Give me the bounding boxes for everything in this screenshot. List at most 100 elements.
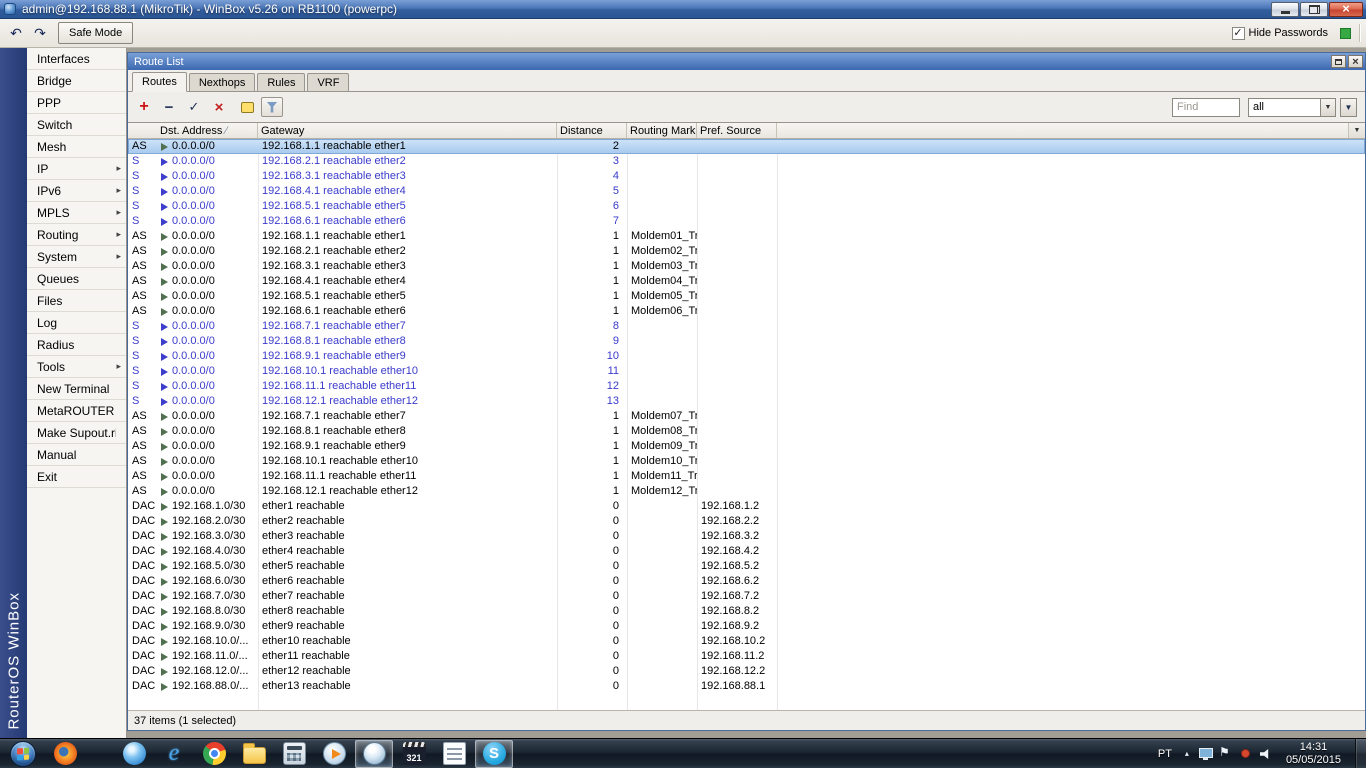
- table-row[interactable]: DAC 192.168.5.0/30 ether5 reachable 0 19…: [128, 559, 1365, 574]
- language-indicator[interactable]: PT: [1155, 746, 1175, 762]
- sidebar-item-files[interactable]: Files: [27, 290, 126, 312]
- taskbar-clock[interactable]: 14:31 05/05/2015: [1280, 741, 1347, 767]
- table-row[interactable]: S 0.0.0.0/0 192.168.4.1 reachable ether4…: [128, 184, 1365, 199]
- table-row[interactable]: AS 0.0.0.0/0 192.168.1.1 reachable ether…: [128, 229, 1365, 244]
- table-row[interactable]: AS 0.0.0.0/0 192.168.12.1 reachable ethe…: [128, 484, 1365, 499]
- filter-button[interactable]: [261, 97, 283, 117]
- taskbar-winbox[interactable]: [355, 739, 393, 768]
- undo-button[interactable]: [4, 22, 28, 44]
- table-row[interactable]: DAC 192.168.12.0/... ether12 reachable 0…: [128, 664, 1365, 679]
- tab-rules[interactable]: Rules: [257, 73, 306, 91]
- table-row[interactable]: DAC 192.168.4.0/30 ether4 reachable 0 19…: [128, 544, 1365, 559]
- table-row[interactable]: DAC 192.168.3.0/30 ether3 reachable 0 19…: [128, 529, 1365, 544]
- sidebar-item-metarouter[interactable]: MetaROUTER: [27, 400, 126, 422]
- column-header-distance[interactable]: Distance: [557, 123, 627, 138]
- sidebar-item-log[interactable]: Log: [27, 312, 126, 334]
- sidebar-item-manual[interactable]: Manual: [27, 444, 126, 466]
- chevron-down-icon[interactable]: [1320, 98, 1335, 116]
- sidebar-item-mesh[interactable]: Mesh: [27, 136, 126, 158]
- table-row[interactable]: AS 0.0.0.0/0 192.168.2.1 reachable ether…: [128, 244, 1365, 259]
- table-row[interactable]: DAC 192.168.8.0/30 ether8 reachable 0 19…: [128, 604, 1365, 619]
- column-header-routing-mark[interactable]: Routing Mark: [627, 123, 697, 138]
- taskbar-calculator[interactable]: [275, 740, 313, 768]
- taskbar-mpc[interactable]: 321: [395, 740, 433, 768]
- table-row[interactable]: AS 0.0.0.0/0 192.168.9.1 reachable ether…: [128, 439, 1365, 454]
- table-row[interactable]: S 0.0.0.0/0 192.168.7.1 reachable ether7…: [128, 319, 1365, 334]
- table-row[interactable]: AS 0.0.0.0/0 192.168.10.1 reachable ethe…: [128, 454, 1365, 469]
- display-icon[interactable]: [1198, 747, 1213, 760]
- route-list-titlebar[interactable]: Route List: [128, 53, 1365, 70]
- taskbar-internet-explorer[interactable]: [155, 740, 193, 768]
- notification-icon[interactable]: [1239, 747, 1252, 760]
- table-row[interactable]: AS 0.0.0.0/0 192.168.6.1 reachable ether…: [128, 304, 1365, 319]
- sidebar-item-mpls[interactable]: MPLS: [27, 202, 126, 224]
- table-row[interactable]: DAC 192.168.2.0/30 ether2 reachable 0 19…: [128, 514, 1365, 529]
- column-header-dst-address[interactable]: Dst. Address: [128, 123, 258, 138]
- table-row[interactable]: S 0.0.0.0/0 192.168.8.1 reachable ether8…: [128, 334, 1365, 349]
- table-row[interactable]: DAC 192.168.88.0/... ether13 reachable 0…: [128, 679, 1365, 694]
- hidden-icons-button[interactable]: [1183, 747, 1191, 760]
- tab-routes[interactable]: Routes: [132, 72, 187, 92]
- find-next-button[interactable]: [1340, 97, 1357, 117]
- table-row[interactable]: S 0.0.0.0/0 192.168.5.1 reachable ether5…: [128, 199, 1365, 214]
- minimize-button[interactable]: [1271, 1, 1299, 17]
- column-header-pref-source[interactable]: Pref. Source: [697, 123, 777, 138]
- table-row[interactable]: S 0.0.0.0/0 192.168.2.1 reachable ether2…: [128, 154, 1365, 169]
- sidebar-item-ip[interactable]: IP: [27, 158, 126, 180]
- find-input[interactable]: [1172, 97, 1240, 117]
- taskbar-skype[interactable]: [475, 739, 513, 768]
- table-row[interactable]: AS 0.0.0.0/0 192.168.7.1 reachable ether…: [128, 409, 1365, 424]
- flag-icon[interactable]: [1219, 745, 1232, 760]
- tab-vrf[interactable]: VRF: [307, 73, 350, 91]
- table-row[interactable]: AS 0.0.0.0/0 192.168.8.1 reachable ether…: [128, 424, 1365, 439]
- enable-button[interactable]: [183, 97, 205, 117]
- taskbar-blue-browser[interactable]: [115, 740, 153, 768]
- table-row[interactable]: DAC 192.168.7.0/30 ether7 reachable 0 19…: [128, 589, 1365, 604]
- sidebar-item-exit[interactable]: Exit: [27, 466, 126, 488]
- volume-icon[interactable]: [1259, 747, 1272, 760]
- sidebar-item-bridge[interactable]: Bridge: [27, 70, 126, 92]
- sidebar-item-ppp[interactable]: PPP: [27, 92, 126, 114]
- sidebar-item-ipv6[interactable]: IPv6: [27, 180, 126, 202]
- sidebar-item-routing[interactable]: Routing: [27, 224, 126, 246]
- sidebar-item-interfaces[interactable]: Interfaces: [27, 48, 126, 70]
- taskbar-chrome[interactable]: [195, 740, 233, 768]
- table-row[interactable]: S 0.0.0.0/0 192.168.3.1 reachable ether3…: [128, 169, 1365, 184]
- sidebar-item-tools[interactable]: Tools: [27, 356, 126, 378]
- show-desktop-button[interactable]: [1355, 739, 1366, 768]
- table-row[interactable]: DAC 192.168.9.0/30 ether9 reachable 0 19…: [128, 619, 1365, 634]
- filter-dropdown[interactable]: all: [1248, 97, 1336, 117]
- restore-button[interactable]: [1300, 1, 1328, 17]
- table-row[interactable]: AS 0.0.0.0/0 192.168.5.1 reachable ether…: [128, 289, 1365, 304]
- table-row[interactable]: S 0.0.0.0/0 192.168.6.1 reachable ether6…: [128, 214, 1365, 229]
- start-button[interactable]: [10, 740, 36, 767]
- table-row[interactable]: DAC 192.168.6.0/30 ether6 reachable 0 19…: [128, 574, 1365, 589]
- window-titlebar[interactable]: admin@192.168.88.1 (MikroTik) - WinBox v…: [0, 0, 1366, 19]
- route-list-close-button[interactable]: [1348, 55, 1363, 68]
- sidebar-item-queues[interactable]: Queues: [27, 268, 126, 290]
- sidebar-item-new-terminal[interactable]: New Terminal: [27, 378, 126, 400]
- table-row[interactable]: DAC 192.168.1.0/30 ether1 reachable 0 19…: [128, 499, 1365, 514]
- remove-button[interactable]: [158, 97, 180, 117]
- table-row[interactable]: AS 0.0.0.0/0 192.168.3.1 reachable ether…: [128, 259, 1365, 274]
- close-button[interactable]: [1329, 1, 1363, 17]
- sidebar-item-switch[interactable]: Switch: [27, 114, 126, 136]
- table-row[interactable]: S 0.0.0.0/0 192.168.12.1 reachable ether…: [128, 394, 1365, 409]
- table-row[interactable]: AS 0.0.0.0/0 192.168.1.1 reachable ether…: [128, 139, 1365, 154]
- taskbar-file-explorer[interactable]: [235, 740, 273, 768]
- taskbar-firefox[interactable]: [46, 740, 84, 768]
- table-row[interactable]: S 0.0.0.0/0 192.168.9.1 reachable ether9…: [128, 349, 1365, 364]
- table-row[interactable]: AS 0.0.0.0/0 192.168.4.1 reachable ether…: [128, 274, 1365, 289]
- taskbar-whiteboard[interactable]: [435, 740, 473, 768]
- disable-button[interactable]: [208, 97, 230, 117]
- table-row[interactable]: S 0.0.0.0/0 192.168.10.1 reachable ether…: [128, 364, 1365, 379]
- taskbar-media-player[interactable]: [315, 740, 353, 768]
- hide-passwords-checkbox[interactable]: [1231, 26, 1245, 40]
- sidebar-item-system[interactable]: System: [27, 246, 126, 268]
- tab-nexthops[interactable]: Nexthops: [188, 73, 256, 91]
- route-list-restore-button[interactable]: [1331, 55, 1346, 68]
- column-header-gateway[interactable]: Gateway: [258, 123, 557, 138]
- add-button[interactable]: [133, 97, 155, 117]
- sidebar-item-radius[interactable]: Radius: [27, 334, 126, 356]
- safe-mode-button[interactable]: Safe Mode: [58, 22, 134, 44]
